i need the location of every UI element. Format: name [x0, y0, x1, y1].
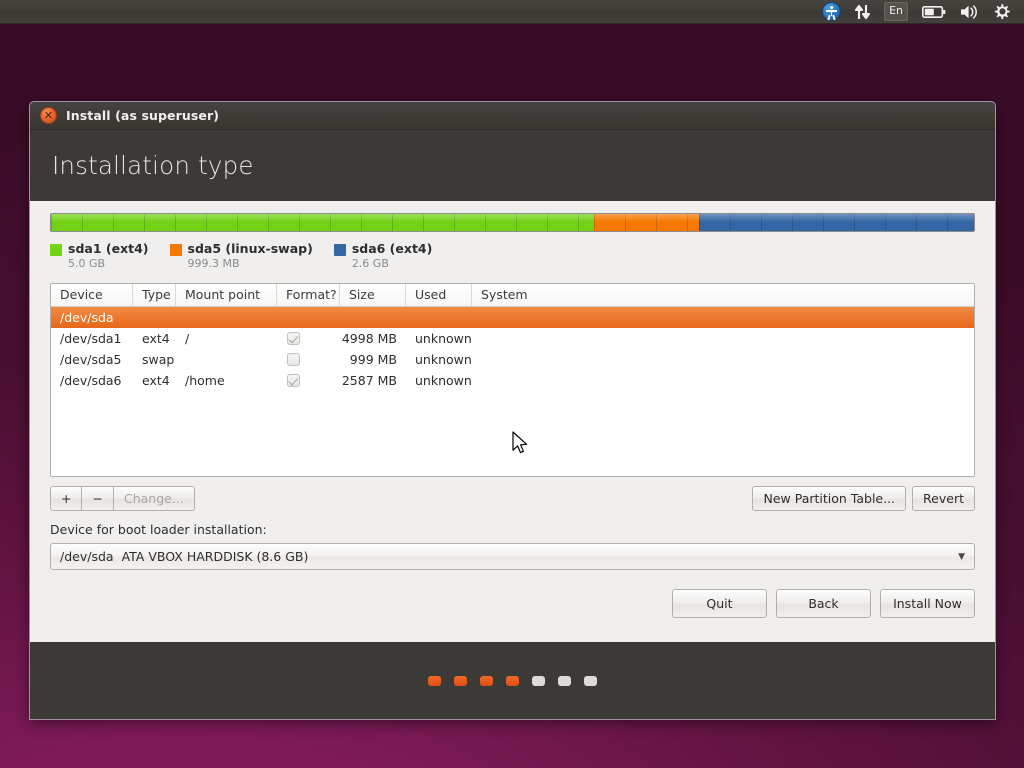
cell-type: swap: [133, 352, 176, 367]
progress-dot: [506, 676, 519, 686]
progress-dot: [454, 676, 467, 686]
back-button[interactable]: Back: [776, 589, 871, 618]
battery-indicator[interactable]: [915, 0, 953, 24]
remove-partition-button[interactable]: −: [82, 486, 113, 511]
format-checkbox[interactable]: [287, 353, 300, 366]
partition-edit-group: + − Change...: [50, 486, 195, 511]
bootloader-device-name: /dev/sda: [60, 549, 114, 564]
page-header: Installation type: [30, 130, 995, 201]
new-partition-table-button[interactable]: New Partition Table...: [752, 486, 906, 511]
column-header-device[interactable]: Device: [51, 284, 133, 306]
cell-type: ext4: [133, 373, 176, 388]
progress-footer: [30, 642, 995, 720]
progress-dot: [584, 676, 597, 686]
close-icon[interactable]: ✕: [40, 107, 57, 124]
cell-size: 2587 MB: [340, 373, 406, 388]
column-header-type[interactable]: Type: [133, 284, 176, 306]
cell-used: unknown: [406, 373, 472, 388]
bootloader-device-select[interactable]: /dev/sda ATA VBOX HARDDISK (8.6 GB) ▼: [50, 543, 975, 570]
partition-table-actions: New Partition Table... Revert: [752, 486, 975, 511]
column-header-size[interactable]: Size: [340, 284, 406, 306]
table-row[interactable]: /dev/sda1ext4/ 4998 MBunknown: [51, 328, 974, 349]
legend-swatch-icon: [50, 244, 62, 256]
cell-mount: /: [176, 331, 277, 346]
cell-size: 999 MB: [340, 352, 406, 367]
page-title: Installation type: [52, 151, 254, 180]
partition-segment-sda1: [51, 214, 594, 231]
partition-table-header: DeviceTypeMount pointFormat?SizeUsedSyst…: [51, 284, 974, 307]
cell-format: [277, 353, 340, 366]
legend-item: sda5 (linux-swap)999.3 MB: [170, 241, 313, 271]
table-row-disk[interactable]: /dev/sda: [51, 307, 974, 328]
progress-dot: [428, 676, 441, 686]
legend-partition-name: sda5 (linux-swap): [188, 241, 313, 257]
legend-partition-size: 999.3 MB: [188, 257, 313, 271]
legend-partition-name: sda1 (ext4): [68, 241, 149, 257]
volume-icon: [960, 4, 980, 20]
partition-segment-sda6: [699, 214, 974, 231]
network-indicator[interactable]: [848, 0, 877, 24]
battery-icon: [922, 5, 946, 19]
bootloader-device-description: ATA VBOX HARDDISK (8.6 GB): [122, 549, 309, 564]
gear-icon: [994, 3, 1011, 20]
column-header-system[interactable]: System: [472, 284, 974, 306]
partition-table[interactable]: DeviceTypeMount pointFormat?SizeUsedSyst…: [50, 283, 975, 477]
legend-swatch-icon: [170, 244, 182, 256]
system-menu-indicator[interactable]: [987, 0, 1018, 24]
format-checkbox[interactable]: [287, 374, 300, 387]
bootloader-device-value: /dev/sda ATA VBOX HARDDISK (8.6 GB): [60, 549, 308, 564]
progress-dot: [532, 676, 545, 686]
partition-legend: sda1 (ext4)5.0 GB sda5 (linux-swap)999.3 …: [50, 241, 975, 271]
installer-window: ✕ Install (as superuser) Installation ty…: [29, 101, 996, 720]
bootloader-label: Device for boot loader installation:: [50, 522, 975, 537]
window-title: Install (as superuser): [66, 108, 219, 123]
progress-dot: [480, 676, 493, 686]
accessibility-icon: [822, 2, 841, 21]
format-checkbox[interactable]: [287, 332, 300, 345]
change-partition-button: Change...: [114, 486, 195, 511]
cell-device: /dev/sda5: [51, 352, 133, 367]
installer-content: sda1 (ext4)5.0 GB sda5 (linux-swap)999.3 …: [30, 201, 995, 642]
cell-size: 4998 MB: [340, 331, 406, 346]
cell-format: [277, 332, 340, 345]
keyboard-layout-label: En: [884, 2, 908, 21]
title-bar: ✕ Install (as superuser): [30, 102, 995, 130]
cell-used: unknown: [406, 331, 472, 346]
partition-toolbar: + − Change... New Partition Table... Rev…: [50, 486, 975, 511]
legend-item: sda1 (ext4)5.0 GB: [50, 241, 149, 271]
legend-partition-size: 2.6 GB: [352, 257, 433, 271]
table-row[interactable]: /dev/sda5swap 999 MBunknown: [51, 349, 974, 370]
action-buttons: Quit Back Install Now: [50, 589, 975, 618]
top-panel: En: [0, 0, 1024, 24]
partition-segment-sda5: [594, 214, 699, 231]
cell-device: /dev/sda6: [51, 373, 133, 388]
quit-button[interactable]: Quit: [672, 589, 767, 618]
legend-partition-name: sda6 (ext4): [352, 241, 433, 257]
column-header-used[interactable]: Used: [406, 284, 472, 306]
cell-format: [277, 374, 340, 387]
chevron-down-icon: ▼: [958, 552, 965, 562]
accessibility-indicator[interactable]: [815, 0, 848, 24]
network-icon: [855, 4, 870, 20]
cell-type: ext4: [133, 331, 176, 346]
cell-mount: /home: [176, 373, 277, 388]
revert-button[interactable]: Revert: [912, 486, 975, 511]
volume-indicator[interactable]: [953, 0, 987, 24]
keyboard-layout-indicator[interactable]: En: [877, 0, 915, 24]
legend-item: sda6 (ext4)2.6 GB: [334, 241, 433, 271]
cell-used: unknown: [406, 352, 472, 367]
add-partition-button[interactable]: +: [50, 486, 82, 511]
legend-swatch-icon: [334, 244, 346, 256]
partition-usage-bar: [50, 213, 975, 232]
column-header-format[interactable]: Format?: [277, 284, 340, 306]
legend-partition-size: 5.0 GB: [68, 257, 149, 271]
column-header-mount[interactable]: Mount point: [176, 284, 277, 306]
table-row[interactable]: /dev/sda6ext4/home 2587 MBunknown: [51, 370, 974, 391]
cell-device: /dev/sda1: [51, 331, 133, 346]
cell-device: /dev/sda: [51, 310, 133, 325]
install-now-button[interactable]: Install Now: [880, 589, 975, 618]
progress-dot: [558, 676, 571, 686]
partition-table-body: /dev/sda/dev/sda1ext4/4998 MBunknown/dev…: [51, 307, 974, 391]
